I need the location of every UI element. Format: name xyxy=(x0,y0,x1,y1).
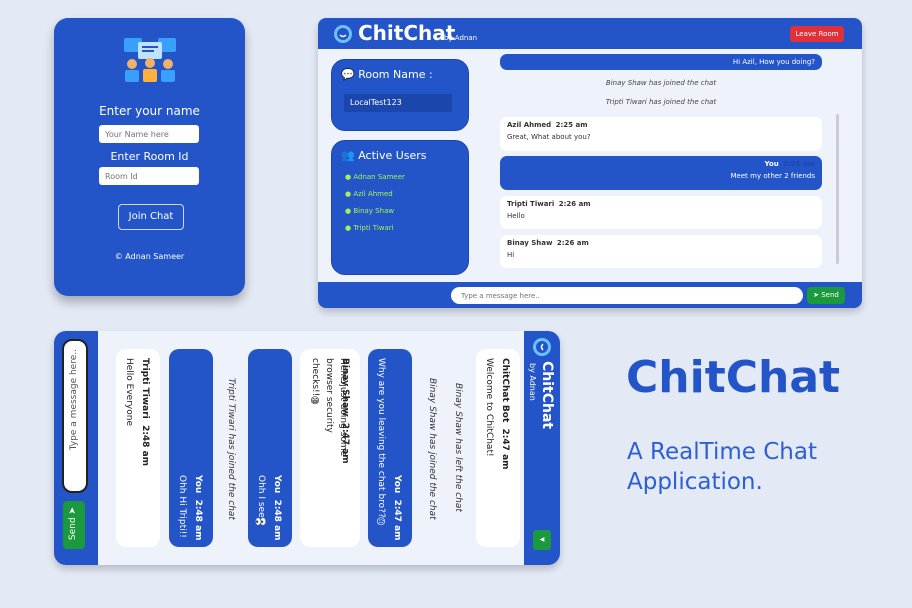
mobile-system-message: Tripti Tiwari has joined the chat xyxy=(226,378,236,520)
message-text: Meet my other 2 friends xyxy=(730,172,815,180)
message-author: You xyxy=(764,160,779,168)
send-button[interactable]: ➤ Send xyxy=(807,287,845,304)
send-label: Send xyxy=(821,291,839,299)
chat-window: ChitChat by Adnan Leave Room 💬 Room Name… xyxy=(318,18,862,308)
mobile-message-bubble-own: You 2:48 am Ohh Hi Tripti!! xyxy=(169,349,213,547)
mobile-message-bubble: ChitChat Bot 2:47 am Welcome to ChitChat… xyxy=(476,349,520,547)
mobile-message-text: Why are you leaving the chat bro??😥 xyxy=(376,358,386,528)
user-item: ● Binay Shaw xyxy=(345,207,395,215)
mobile-message-bubble-own: You 2:48 am Ohh I see👀 xyxy=(248,349,292,547)
promo-subtitle-line: Application. xyxy=(627,469,763,495)
message-text: Great, What about you? xyxy=(507,133,591,141)
mobile-message-bubble: Tripti Tiwari 2:48 am Hello Everyone xyxy=(116,349,160,547)
mobile-message-text: Hello Everyone xyxy=(124,358,134,426)
mobile-input-placeholder: Type a message here.. xyxy=(69,349,79,451)
footer-credit: © Adnan Sameer xyxy=(114,252,185,261)
active-users-heading-text: Active Users xyxy=(358,149,427,162)
messages-scrollbar[interactable] xyxy=(836,114,839,264)
promo-subtitle: A RealTime Chat Application. xyxy=(627,437,817,497)
mobile-chat-view: Type a message here.. Send ➤ ChitChat by… xyxy=(54,331,560,565)
room-name-heading-text: Room Name : xyxy=(358,68,433,81)
user-item: ● Tripti Tiwari xyxy=(345,224,394,232)
message-text: Hi Azil, How you doing? xyxy=(732,58,815,66)
message-time: 2:26 am xyxy=(558,200,591,208)
message-author: Azil Ahmed xyxy=(507,121,552,129)
users-icon: 👥 xyxy=(341,149,355,162)
app-title: ChitChat xyxy=(358,21,456,45)
mobile-header: ChitChat by Adnan ◀ xyxy=(525,331,560,565)
mobile-message-text: Ohh Hi Tripti!! xyxy=(177,475,187,538)
leave-room-button[interactable]: Leave Room xyxy=(790,26,844,42)
mobile-app-title: ChitChat xyxy=(539,361,555,430)
message-bubble-own: Hi Azil, How you doing? xyxy=(500,54,822,70)
message-author: Tripti Tiwari xyxy=(507,200,555,208)
promo-title: ChitChat xyxy=(626,352,841,403)
join-card: Enter your name Enter Room Id Join Chat … xyxy=(54,18,245,296)
chat-bubble-icon: 💬 xyxy=(341,68,355,81)
active-users-panel: 👥 Active Users ● Adnan Sameer ● Azil Ahm… xyxy=(331,140,469,275)
mobile-leave-button[interactable]: ◀ xyxy=(533,530,551,550)
room-label: Enter Room Id xyxy=(110,150,189,163)
message-time: 2:26 am xyxy=(556,239,589,247)
message-input[interactable] xyxy=(451,287,803,304)
message-text: Hi xyxy=(507,251,515,259)
mobile-message-bubble: Binay Shaw 2:47 am Hehe just doing some … xyxy=(300,349,360,547)
user-item: ● Azil Ahmed xyxy=(345,190,393,198)
mobile-message-text: Ohh I see👀 xyxy=(256,475,266,529)
mobile-message-bubble-own: You 2:47 am Why are you leaving the chat… xyxy=(368,349,412,547)
message-bubble: Binay Shaw 2:26 am Hi xyxy=(500,235,822,268)
message-bubble: Tripti Tiwari 2:26 am Hello xyxy=(500,196,822,229)
mobile-system-message: Binay Shaw has left the chat xyxy=(453,383,463,512)
chevron-left-icon: ◀ xyxy=(539,536,545,543)
mobile-message-input[interactable]: Type a message here.. xyxy=(62,339,88,493)
room-name-panel: 💬 Room Name : LocalTest123 xyxy=(331,59,469,131)
chat-logo-icon xyxy=(334,25,352,43)
mobile-send-button[interactable]: Send ➤ xyxy=(63,501,85,549)
name-input[interactable] xyxy=(99,125,199,143)
system-message: Tripti Tiwari has joined the chat xyxy=(605,98,717,106)
room-name-value: LocalTest123 xyxy=(344,94,452,112)
app-byline: by Adnan xyxy=(444,34,478,42)
active-users-heading: 👥 Active Users xyxy=(341,149,427,162)
promo-subtitle-line: A RealTime Chat xyxy=(627,439,817,465)
message-author: Binay Shaw xyxy=(507,239,553,247)
name-label: Enter your name xyxy=(99,104,200,118)
mobile-message-text: Welcome to ChitChat! xyxy=(484,358,494,457)
join-chat-button[interactable]: Join Chat xyxy=(118,204,184,230)
mobile-send-label: Send ➤ xyxy=(68,507,78,541)
room-name-heading: 💬 Room Name : xyxy=(341,68,433,81)
user-item: ● Adnan Sameer xyxy=(345,173,405,181)
message-bubble: Azil Ahmed 2:25 am Great, What about you… xyxy=(500,117,822,151)
mobile-message-text: Hehe just doing some browser security ch… xyxy=(310,358,348,457)
message-text: Hello xyxy=(507,212,525,220)
group-chat-icon xyxy=(124,38,176,82)
message-time: 2:25 am xyxy=(783,160,815,168)
message-time: 2:25 am xyxy=(555,121,588,129)
send-icon: ➤ xyxy=(813,291,819,299)
user-list: ● Adnan Sameer ● Azil Ahmed ● Binay Shaw… xyxy=(345,169,405,237)
mobile-logo-icon xyxy=(533,338,551,356)
mobile-byline: by Adnan xyxy=(528,363,537,401)
message-bubble-own: You 2:25 am Meet my other 2 friends xyxy=(500,156,822,190)
system-message: Binay Shaw has joined the chat xyxy=(605,79,717,87)
room-id-input[interactable] xyxy=(99,167,199,185)
mobile-system-message: Binay Shaw has joined the chat xyxy=(427,378,437,520)
